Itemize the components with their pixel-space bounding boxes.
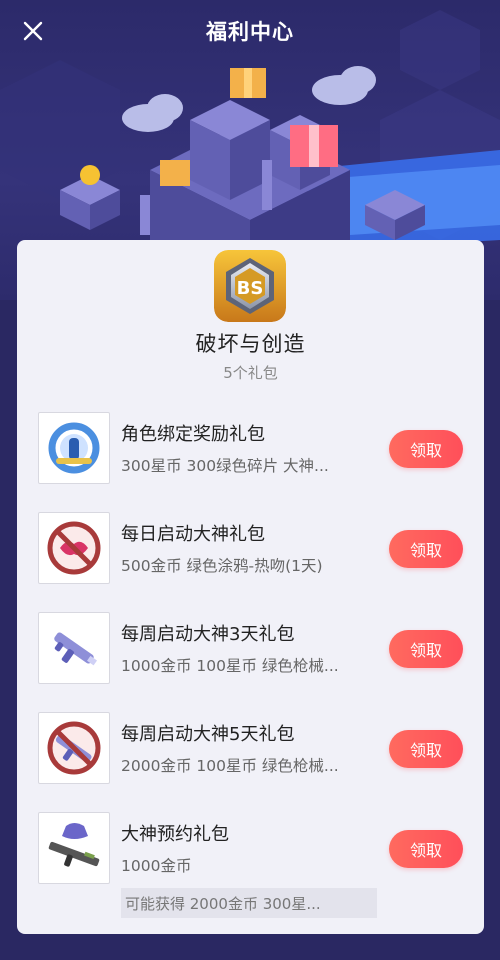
game-name: 破坏与创造 — [195, 332, 306, 356]
gift-desc: 1000金币 — [121, 857, 192, 875]
gift-desc: 300星币 300绿色碎片 大神... — [121, 457, 329, 475]
game-icon: BS — [214, 250, 286, 322]
gift-item: 大神预约礼包 1000金币 可能获得 2000金币 300星... 领取 — [37, 812, 467, 922]
pack-count: 5个礼包 — [223, 364, 278, 382]
weapon-bundle-icon — [38, 812, 110, 884]
gift-desc: 500金币 绿色涂鸦-热吻(1天) — [121, 557, 323, 575]
gun-icon — [38, 612, 110, 684]
close-icon — [23, 21, 43, 41]
gift-possible-rewards: 可能获得 2000金币 300星... — [121, 888, 377, 918]
game-icon-letters: BS — [237, 278, 264, 299]
top-bar: 福利中心 — [0, 0, 500, 62]
claim-button[interactable]: 领取 — [389, 530, 463, 568]
gift-item: 角色绑定奖励礼包 300星币 300绿色碎片 大神... 领取 — [37, 412, 467, 490]
gift-title: 角色绑定奖励礼包 — [121, 424, 265, 445]
close-button[interactable] — [22, 14, 62, 48]
gift-desc: 1000金币 100星币 绿色枪械... — [121, 657, 339, 675]
kiss-graffiti-icon — [38, 512, 110, 584]
gift-title: 每周启动大神5天礼包 — [121, 724, 295, 745]
gift-item: 每日启动大神礼包 500金币 绿色涂鸦-热吻(1天) 领取 — [37, 512, 467, 590]
character-icon — [38, 412, 110, 484]
gift-card: BS 破坏与创造 5个礼包 角色绑定奖励礼包 300星币 300绿色碎片 大神.… — [17, 240, 484, 934]
gift-desc: 2000金币 100星币 绿色枪械... — [121, 757, 339, 775]
gift-title: 每周启动大神3天礼包 — [121, 624, 295, 645]
gun-graffiti-icon — [38, 712, 110, 784]
claim-button[interactable]: 领取 — [389, 830, 463, 868]
gift-title: 每日启动大神礼包 — [121, 524, 265, 545]
gift-item: 每周启动大神3天礼包 1000金币 100星币 绿色枪械... 领取 — [37, 612, 467, 690]
claim-button[interactable]: 领取 — [389, 630, 463, 668]
page-title: 福利中心 — [206, 20, 294, 44]
claim-button[interactable]: 领取 — [389, 430, 463, 468]
claim-button[interactable]: 领取 — [389, 730, 463, 768]
gift-title: 大神预约礼包 — [121, 824, 229, 845]
gift-item: 每周启动大神5天礼包 2000金币 100星币 绿色枪械... 领取 — [37, 712, 467, 790]
